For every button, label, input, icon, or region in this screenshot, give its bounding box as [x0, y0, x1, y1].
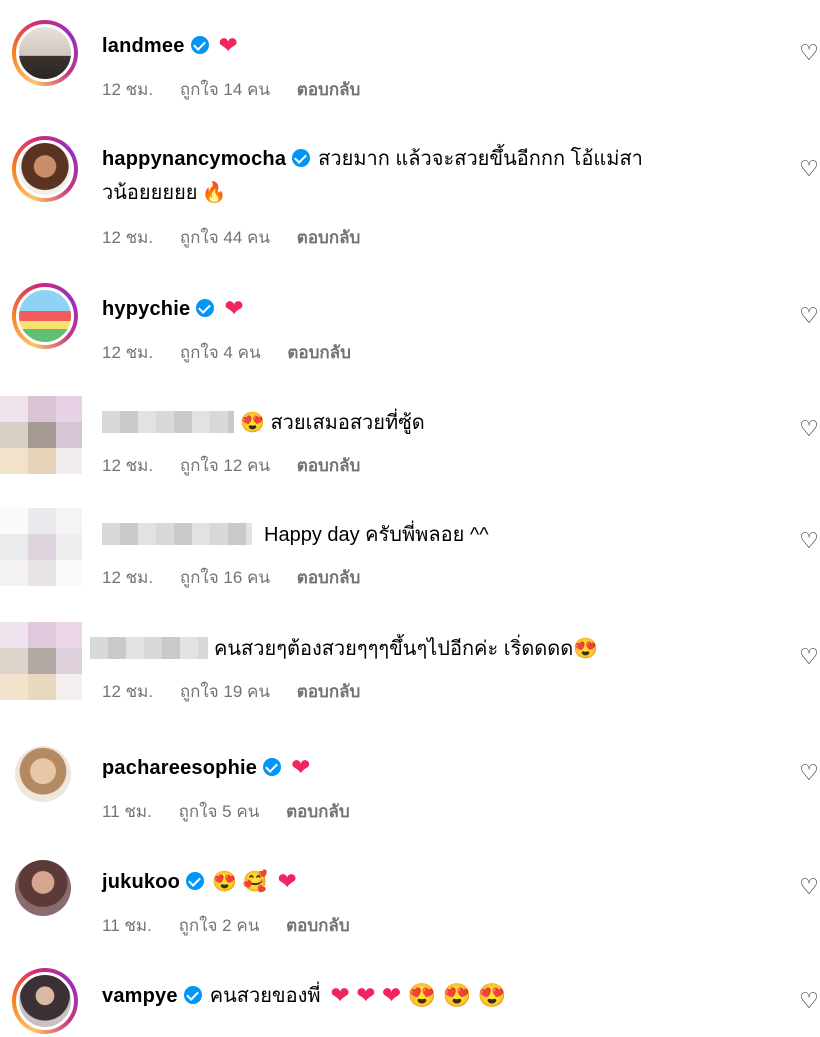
- comment-item: hypychie ❤ 12 ชม. ถูกใจ 4 คน ตอบกลับ ♡: [0, 283, 820, 373]
- likes-count[interactable]: ถูกใจ 19 คน: [180, 682, 270, 701]
- reply-button[interactable]: ตอบกลับ: [297, 228, 361, 247]
- heart-outline-icon[interactable]: ♡: [798, 305, 820, 327]
- likes-count[interactable]: ถูกใจ 14 คน: [180, 80, 270, 99]
- avatar[interactable]: [12, 20, 78, 86]
- comment-time: 12 ชม.: [102, 568, 154, 587]
- comment-time: 11 ชม.: [102, 802, 152, 821]
- heart-emoji: ❤: [277, 868, 297, 894]
- username[interactable]: jukukoo: [102, 871, 180, 893]
- comment-item: vampye คนสวยของพี่ ❤ ❤ ❤ 😍 😍 😍 ♡: [0, 966, 820, 1037]
- reply-button[interactable]: ตอบกลับ: [297, 456, 361, 475]
- avatar[interactable]: [15, 860, 71, 916]
- comment-item: happynancymocha สวยมาก แล้วจะสวยขึ้นอีกกก…: [0, 136, 820, 256]
- heart-outline-icon[interactable]: ♡: [798, 42, 820, 64]
- heart-outline-icon[interactable]: ♡: [798, 876, 820, 898]
- heart-outline-icon[interactable]: ♡: [798, 646, 820, 668]
- heart-outline-icon[interactable]: ♡: [798, 990, 820, 1012]
- reply-button[interactable]: ตอบกลับ: [287, 343, 351, 362]
- likes-count[interactable]: ถูกใจ 4 คน: [180, 343, 261, 362]
- comment-time: 12 ชม.: [102, 80, 154, 99]
- avatar-blurred[interactable]: [0, 396, 82, 474]
- comment-text: คนสวยของพี่: [209, 985, 321, 1007]
- heart-outline-icon[interactable]: ♡: [798, 418, 820, 440]
- verified-badge-icon: [263, 758, 282, 776]
- comment-text: 😍 🥰: [212, 871, 268, 893]
- comment-item: Happy day ครับพี่พลอย ^^ 12 ชม. ถูกใจ 16…: [0, 508, 820, 598]
- comment-time: 12 ชม.: [102, 228, 154, 247]
- avatar-blurred[interactable]: [0, 508, 82, 586]
- reply-button[interactable]: ตอบกลับ: [286, 802, 350, 821]
- likes-count[interactable]: ถูกใจ 44 คน: [180, 228, 270, 247]
- comment-item: landmee ❤ 12 ชม. ถูกใจ 14 คน ตอบกลับ ♡: [0, 20, 820, 110]
- username[interactable]: happynancymocha: [102, 148, 286, 170]
- verified-badge-icon: [190, 36, 209, 54]
- avatar-blurred[interactable]: [0, 622, 82, 700]
- likes-count[interactable]: ถูกใจ 16 คน: [180, 568, 270, 587]
- emoji-reactions: ❤ ❤ ❤ 😍 😍 😍: [330, 982, 507, 1008]
- fire-emoji: 🔥: [201, 182, 227, 204]
- comment-item: คนสวยๆต้องสวยๆๆๆขึ้นๆไปอีกค่ะ เริ่ดดดด😍 …: [0, 622, 820, 712]
- likes-count[interactable]: ถูกใจ 5 คน: [179, 802, 260, 821]
- avatar[interactable]: [12, 968, 78, 1034]
- reply-button[interactable]: ตอบกลับ: [297, 682, 361, 701]
- avatar[interactable]: [12, 136, 78, 202]
- comment-item: jukukoo 😍 🥰 ❤ 11 ชม. ถูกใจ 2 คน ตอบกลับ ♡: [0, 860, 820, 950]
- comment-text: สวยมาก แล้วจะสวยขึ้นอีกกก โอ้แม่สา: [318, 148, 643, 170]
- avatar[interactable]: [12, 283, 78, 349]
- comment-item: pachareesophie ❤ 11 ชม. ถูกใจ 5 คน ตอบกลั…: [0, 746, 820, 836]
- heart-emoji: ❤: [291, 754, 311, 780]
- comment-text-continued: วน้อยยยยย: [102, 182, 198, 204]
- heart-outline-icon[interactable]: ♡: [798, 158, 820, 180]
- username[interactable]: landmee: [102, 35, 185, 57]
- username[interactable]: vampye: [102, 985, 178, 1007]
- reply-button[interactable]: ตอบกลับ: [297, 80, 361, 99]
- likes-count[interactable]: ถูกใจ 12 คน: [180, 456, 270, 475]
- comment-time: 12 ชม.: [102, 343, 154, 362]
- username[interactable]: hypychie: [102, 298, 190, 320]
- comment-text: 😍 สวยเสมอสวยที่ซู้ด: [240, 412, 425, 434]
- comment-text: Happy day ครับพี่พลอย ^^: [264, 524, 489, 546]
- heart-outline-icon[interactable]: ♡: [798, 762, 820, 784]
- heart-emoji: ❤: [218, 32, 238, 58]
- verified-badge-icon: [183, 986, 202, 1004]
- comment-time: 12 ชม.: [102, 456, 154, 475]
- comment-text: คนสวยๆต้องสวยๆๆๆขึ้นๆไปอีกค่ะ เริ่ดดดด😍: [214, 638, 599, 660]
- likes-count[interactable]: ถูกใจ 2 คน: [179, 916, 260, 935]
- heart-emoji: ❤: [224, 295, 244, 321]
- reply-button[interactable]: ตอบกลับ: [286, 916, 350, 935]
- username-blurred[interactable]: [90, 637, 208, 659]
- heart-outline-icon[interactable]: ♡: [798, 530, 820, 552]
- comment-time: 11 ชม.: [102, 916, 152, 935]
- username-blurred[interactable]: [102, 411, 234, 433]
- reply-button[interactable]: ตอบกลับ: [297, 568, 361, 587]
- verified-badge-icon: [186, 872, 205, 890]
- verified-badge-icon: [292, 149, 311, 167]
- username[interactable]: pachareesophie: [102, 757, 257, 779]
- username-blurred[interactable]: [102, 523, 252, 545]
- verified-badge-icon: [196, 299, 215, 317]
- avatar[interactable]: [15, 746, 71, 802]
- comment-time: 12 ชม.: [102, 682, 154, 701]
- comment-item: 😍 สวยเสมอสวยที่ซู้ด 12 ชม. ถูกใจ 12 คน ต…: [0, 396, 820, 486]
